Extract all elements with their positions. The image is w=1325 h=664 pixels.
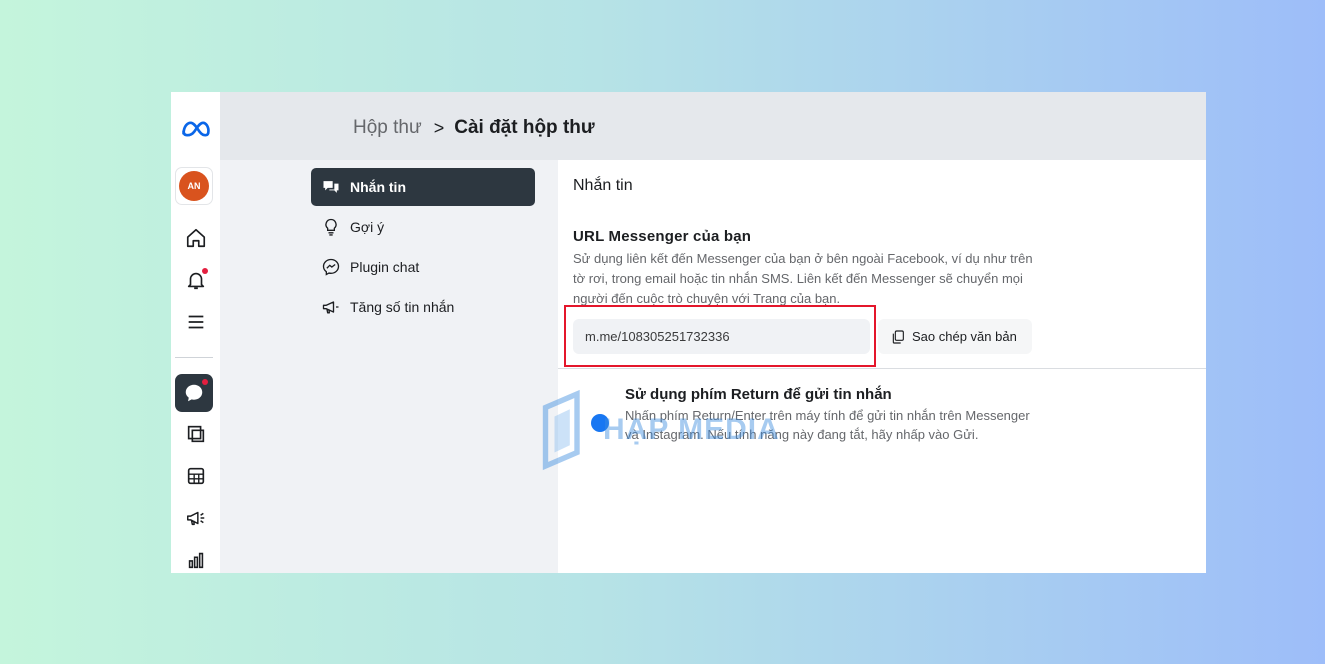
- return-key-toggle[interactable]: [591, 414, 609, 432]
- table-icon[interactable]: [180, 460, 212, 492]
- panel-title: Nhắn tin: [573, 177, 633, 194]
- meta-logo-icon[interactable]: [180, 113, 212, 145]
- chevron-right-icon: >: [433, 117, 445, 138]
- highlight-box: [564, 305, 876, 367]
- chat-bubbles-icon: [323, 181, 339, 193]
- settings-submenu: Nhắn tin Gợi ý Plugin chat Tăng số tin n…: [311, 168, 535, 328]
- submenu-item-suggestions[interactable]: Gợi ý: [311, 208, 535, 246]
- submenu-item-label: Tăng số tin nhắn: [350, 299, 455, 315]
- submenu-item-label: Plugin chat: [350, 259, 420, 275]
- submenu-item-label: Nhắn tin: [350, 179, 406, 195]
- submenu-item-boost-messages[interactable]: Tăng số tin nhắn: [311, 288, 535, 326]
- menu-icon[interactable]: [180, 306, 212, 338]
- submenu-item-label: Gợi ý: [350, 219, 385, 235]
- megaphone-icon[interactable]: [180, 502, 212, 534]
- section-divider: [558, 368, 1206, 369]
- url-section-title: URL Messenger của bạn: [573, 228, 752, 245]
- header-bar: Hộp thư > Cài đặt hộp thư: [220, 92, 1206, 160]
- chat-icon: [185, 384, 203, 402]
- return-section-description: Nhấn phím Return/Enter trên máy tính để …: [625, 408, 1030, 442]
- bell-icon[interactable]: [180, 264, 212, 296]
- rail-divider: [175, 357, 213, 358]
- page-title: Cài đặt hộp thư: [454, 117, 595, 138]
- avatar: AN: [179, 171, 209, 201]
- breadcrumb-inbox-link[interactable]: Hộp thư: [353, 117, 422, 139]
- messenger-icon: [322, 258, 340, 276]
- app-window: AN Hộp thư > Cài đặt hộp thư Nhắn tin Gợ…: [171, 92, 1206, 573]
- pages-icon[interactable]: [180, 418, 212, 450]
- return-section-title: Sử dụng phím Return để gửi tin nhắn: [625, 386, 892, 403]
- notification-dot: [202, 268, 208, 274]
- left-rail: AN: [171, 92, 220, 573]
- inbox-button[interactable]: [175, 374, 213, 412]
- submenu-item-plugin-chat[interactable]: Plugin chat: [311, 248, 535, 286]
- page-avatar[interactable]: AN: [175, 167, 213, 205]
- home-icon[interactable]: [180, 222, 212, 254]
- copy-icon: [892, 329, 904, 344]
- megaphone-icon: [322, 301, 339, 314]
- url-section-description: Sử dụng liên kết đến Messenger của bạn ở…: [573, 251, 1033, 306]
- submenu-item-messaging[interactable]: Nhắn tin: [311, 168, 535, 206]
- copy-text-button[interactable]: Sao chép văn bản: [878, 319, 1032, 354]
- lightbulb-icon: [325, 218, 337, 236]
- copy-text-label: Sao chép văn bản: [912, 329, 1017, 344]
- breadcrumb: Hộp thư > Cài đặt hộp thư: [353, 117, 595, 139]
- unread-dot: [202, 379, 208, 385]
- bar-chart-icon[interactable]: [180, 544, 212, 573]
- settings-panel: Nhắn tin URL Messenger của bạn Sử dụng l…: [558, 160, 1206, 573]
